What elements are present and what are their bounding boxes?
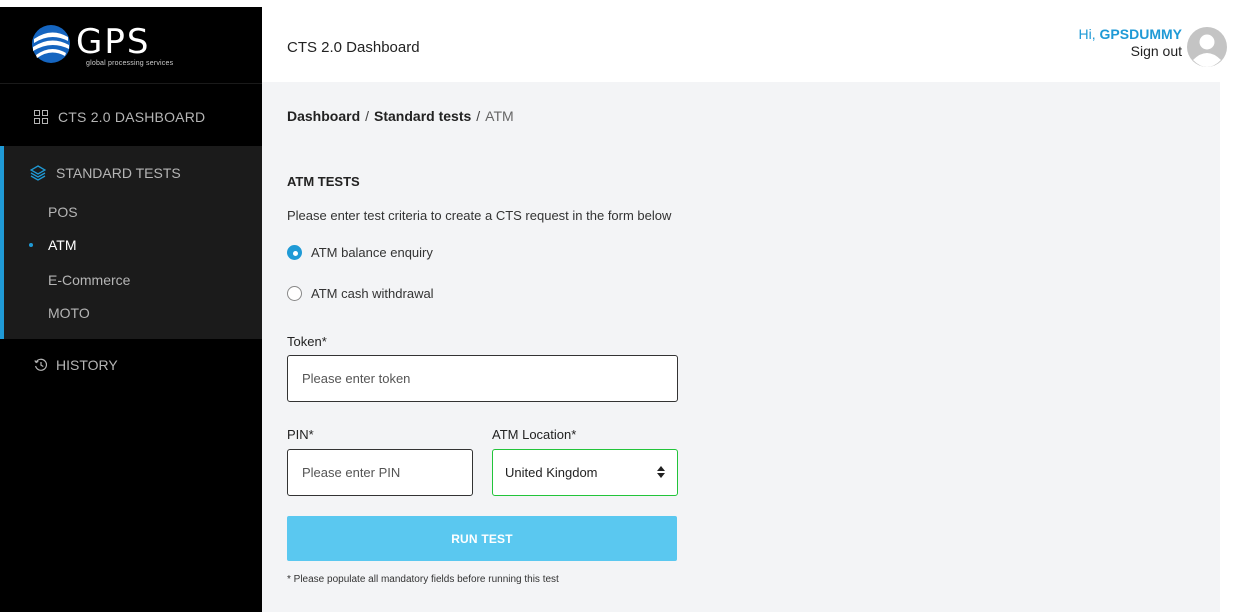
sidebar-item-dashboard[interactable]: CTS 2.0 DASHBOARD bbox=[0, 97, 262, 137]
breadcrumb-link-standard-tests[interactable]: Standard tests bbox=[374, 108, 471, 124]
logo-subtitle: global processing services bbox=[86, 60, 174, 67]
mandatory-fields-note: * Please populate all mandatory fields b… bbox=[287, 574, 559, 585]
username: GPSDUMMY bbox=[1099, 26, 1182, 42]
token-input[interactable]: Please enter token bbox=[287, 355, 678, 402]
logo-text: GPS bbox=[76, 22, 151, 62]
pin-placeholder: Please enter PIN bbox=[302, 465, 401, 480]
atm-location-select[interactable]: United Kingdom bbox=[492, 449, 678, 496]
grid-icon bbox=[34, 110, 48, 124]
right-edge-strip bbox=[1220, 82, 1244, 612]
page-header-title: CTS 2.0 Dashboard bbox=[287, 39, 420, 56]
atm-location-value: United Kingdom bbox=[505, 465, 598, 480]
greeting-text: Hi, bbox=[1078, 26, 1096, 42]
breadcrumb-current: ATM bbox=[485, 108, 514, 124]
form-instruction: Please enter test criteria to create a C… bbox=[287, 208, 672, 223]
sidebar-item-label: CTS 2.0 DASHBOARD bbox=[58, 109, 206, 125]
top-header: CTS 2.0 Dashboard Hi, GPSDUMMY Sign out bbox=[262, 7, 1244, 82]
radio-checked-icon[interactable] bbox=[287, 245, 302, 260]
breadcrumb-link-dashboard[interactable]: Dashboard bbox=[287, 108, 360, 124]
sort-caret-icon bbox=[657, 466, 665, 478]
breadcrumb: Dashboard / Standard tests / ATM bbox=[287, 108, 514, 124]
sidebar-subitem-pos[interactable]: POS bbox=[48, 204, 78, 220]
section-title: ATM TESTS bbox=[287, 174, 360, 189]
sidebar-group-standard-tests: STANDARD TESTS POS ATM E-Commerce MOTO bbox=[0, 146, 262, 339]
layers-icon bbox=[30, 165, 46, 181]
radio-balance-enquiry[interactable]: ATM balance enquiry bbox=[287, 245, 433, 260]
radio-unchecked-icon[interactable] bbox=[287, 286, 302, 301]
history-icon bbox=[34, 358, 47, 371]
sidebar-item-label: STANDARD TESTS bbox=[56, 165, 181, 181]
main-content: Dashboard / Standard tests / ATM ATM TESTS P… bbox=[262, 82, 1220, 612]
avatar-icon[interactable] bbox=[1186, 26, 1228, 68]
sidebar-subitem-atm[interactable]: ATM bbox=[48, 237, 77, 253]
sidebar-subitem-ecommerce[interactable]: E-Commerce bbox=[48, 272, 130, 288]
sidebar-divider bbox=[0, 83, 262, 84]
pin-input[interactable]: Please enter PIN bbox=[287, 449, 473, 496]
run-test-button[interactable]: RUN TEST bbox=[287, 516, 677, 561]
logo[interactable]: GPS global processing services bbox=[0, 7, 262, 83]
sidebar: GPS global processing services CTS 2.0 D… bbox=[0, 7, 262, 612]
token-label: Token* bbox=[287, 334, 327, 349]
pin-label: PIN* bbox=[287, 427, 314, 442]
breadcrumb-separator: / bbox=[476, 108, 481, 124]
sidebar-subitem-moto[interactable]: MOTO bbox=[48, 305, 90, 321]
sidebar-item-standard-tests[interactable]: STANDARD TESTS bbox=[30, 165, 181, 181]
atm-location-label: ATM Location* bbox=[492, 427, 577, 442]
radio-label: ATM balance enquiry bbox=[311, 245, 433, 260]
token-placeholder: Please enter token bbox=[302, 371, 411, 386]
sidebar-item-label: HISTORY bbox=[56, 357, 118, 373]
sidebar-item-history[interactable]: HISTORY bbox=[34, 357, 118, 373]
radio-cash-withdrawal[interactable]: ATM cash withdrawal bbox=[287, 286, 434, 301]
globe-logo-icon bbox=[32, 25, 70, 63]
sign-out-link[interactable]: Sign out bbox=[1079, 43, 1182, 60]
active-indicator-dot bbox=[29, 243, 33, 247]
radio-label: ATM cash withdrawal bbox=[311, 286, 434, 301]
breadcrumb-separator: / bbox=[365, 108, 370, 124]
user-greeting: Hi, GPSDUMMY Sign out bbox=[1079, 26, 1182, 60]
